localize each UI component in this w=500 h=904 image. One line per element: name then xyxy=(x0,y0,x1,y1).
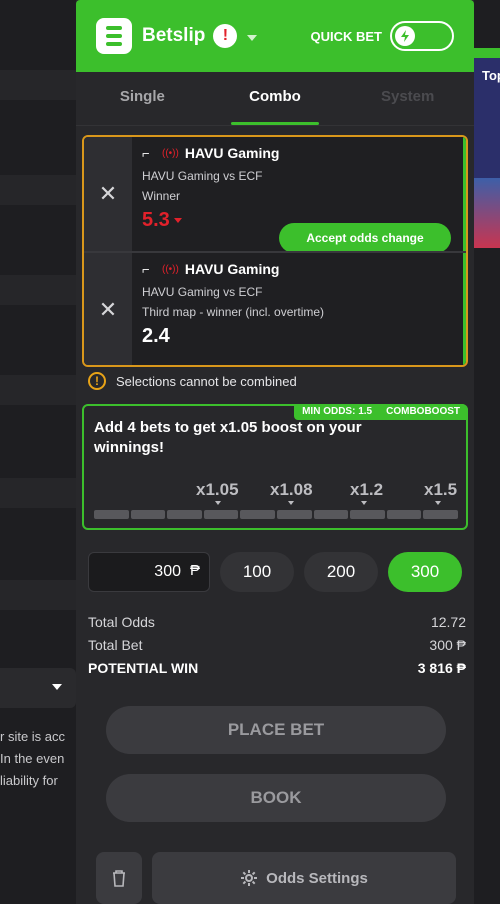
odds-value: 5.3 xyxy=(142,209,170,231)
selections-list: ✕ ⌐ ((•)) HAVU Gaming HAVU Gaming vs ECF… xyxy=(82,135,468,367)
selection-body: ⌐ ((•)) HAVU Gaming HAVU Gaming vs ECF W… xyxy=(132,137,466,253)
background-text-line: liability for xyxy=(0,773,58,788)
selection-match: HAVU Gaming vs ECF xyxy=(142,285,263,299)
selection-team: HAVU Gaming xyxy=(184,145,280,161)
chevron-down-icon xyxy=(52,684,62,690)
combo-boost-card: MIN ODDS: 1.5 COMBOBOOST Add 4 bets to g… xyxy=(82,404,468,530)
quick-amount-button[interactable]: 300 xyxy=(388,552,462,592)
selection-item: ✕ ⌐ ((•)) HAVU Gaming HAVU Gaming vs ECF… xyxy=(84,137,466,253)
close-icon: ✕ xyxy=(98,181,118,206)
odds-settings-label: Odds Settings xyxy=(266,869,368,887)
betslip-title[interactable]: Betslip xyxy=(142,25,205,47)
boost-multiplier: x1.08 xyxy=(270,480,313,499)
boost-multiplier: x1.5 xyxy=(424,480,458,499)
tab-single[interactable]: Single xyxy=(76,72,209,125)
odds-down-icon xyxy=(173,218,182,223)
book-button[interactable]: BOOK xyxy=(106,774,446,822)
boost-multiplier: x1.05 xyxy=(196,480,239,499)
background-text-line: In the even xyxy=(0,751,65,766)
background-dropdown[interactable] xyxy=(0,668,76,708)
bet-summary: Total Odds 12.72 Total Bet 300 ₱ POTENTI… xyxy=(88,614,466,683)
odds-settings-button[interactable]: Odds Settings xyxy=(152,852,456,904)
live-icon: ((•)) xyxy=(162,147,179,159)
tab-system[interactable]: System xyxy=(341,72,474,125)
bet-type-tabs: Single Combo System xyxy=(76,72,474,126)
chevron-down-icon xyxy=(361,501,367,505)
background-row xyxy=(0,478,76,508)
alert-icon[interactable]: ! xyxy=(213,24,238,48)
live-icon: ((•)) xyxy=(162,263,179,275)
boost-text: Add 4 bets to get x1.05 boost on your wi… xyxy=(94,419,362,456)
clear-betslip-button[interactable] xyxy=(96,852,142,904)
selection-team: HAVU Gaming xyxy=(184,261,280,277)
chevron-down-icon xyxy=(288,501,294,505)
betslip-panel: Betslip ! QUICK BET Single Combo System … xyxy=(76,0,474,904)
stake-row: ₱ 100 200 300 xyxy=(88,552,466,592)
potential-win-row: POTENTIAL WIN 3 816 ₱ xyxy=(88,660,466,683)
counter-strike-icon: ⌐ xyxy=(142,261,150,277)
gear-icon xyxy=(241,870,258,886)
background-banner[interactable]: Top xyxy=(474,48,500,248)
background-row xyxy=(0,70,76,100)
background-row xyxy=(0,375,76,405)
remove-selection-button[interactable]: ✕ xyxy=(84,137,132,251)
quick-amount-button[interactable]: 100 xyxy=(220,552,294,592)
selection-match: HAVU Gaming vs ECF xyxy=(142,169,263,183)
selection-market: Third map - winner (incl. overtime) xyxy=(142,305,325,319)
total-odds-row: Total Odds 12.72 xyxy=(88,614,466,637)
banner-title: Top xyxy=(482,68,500,83)
place-bet-button[interactable]: PLACE BET xyxy=(106,706,446,754)
potential-win-label: POTENTIAL WIN xyxy=(88,660,199,676)
warning-text: Selections cannot be combined xyxy=(116,373,297,389)
total-odds-value: 12.72 xyxy=(430,614,466,630)
lightning-icon xyxy=(395,26,415,46)
comboboost-tag: COMBOBOOST xyxy=(386,406,460,417)
trash-icon xyxy=(113,870,125,887)
quick-amount-button[interactable]: 200 xyxy=(304,552,378,592)
min-odds-label: MIN ODDS: 1.5 xyxy=(302,406,373,417)
total-bet-value: 300 ₱ xyxy=(429,637,466,653)
total-bet-label: Total Bet xyxy=(88,637,143,653)
accept-odds-change-button[interactable]: Accept odds change xyxy=(279,223,451,253)
background-row xyxy=(0,175,76,205)
chevron-down-icon xyxy=(215,501,221,505)
background-text-line: r site is acc xyxy=(0,729,66,744)
quick-bet-toggle[interactable] xyxy=(390,21,454,51)
banner-image xyxy=(474,178,500,248)
quick-bet-label: QUICK BET xyxy=(310,28,383,44)
counter-strike-icon: ⌐ xyxy=(142,145,150,161)
background-row xyxy=(0,275,76,305)
betslip-logo-icon xyxy=(96,18,132,54)
chevron-down-icon xyxy=(435,501,441,505)
banner-stripe xyxy=(474,48,500,58)
currency-symbol: ₱ xyxy=(189,562,200,579)
selection-odds: 2.4 xyxy=(142,325,170,347)
total-odds-label: Total Odds xyxy=(88,614,155,630)
boost-multiplier: x1.2 xyxy=(350,480,384,499)
selection-body: ⌐ ((•)) HAVU Gaming HAVU Gaming vs ECF T… xyxy=(132,253,466,365)
combine-warning: ! Selections cannot be combined xyxy=(88,372,297,390)
background-row xyxy=(0,580,76,610)
betslip-header: Betslip ! QUICK BET xyxy=(76,0,474,72)
selection-market: Winner xyxy=(142,189,181,203)
background-text: r site is acc In the even liability for xyxy=(0,726,76,792)
close-icon: ✕ xyxy=(98,297,118,322)
total-bet-row: Total Bet 300 ₱ xyxy=(88,637,466,660)
remove-selection-button[interactable]: ✕ xyxy=(84,253,132,365)
warning-icon: ! xyxy=(88,372,106,390)
boost-progress-track xyxy=(94,510,458,519)
chevron-down-icon[interactable] xyxy=(247,34,258,41)
tab-combo[interactable]: Combo xyxy=(209,72,342,125)
betslip-footer: Odds Settings xyxy=(96,852,456,904)
potential-win-value: 3 816 ₱ xyxy=(417,660,466,676)
selection-item: ✕ ⌐ ((•)) HAVU Gaming HAVU Gaming vs ECF… xyxy=(84,253,466,365)
